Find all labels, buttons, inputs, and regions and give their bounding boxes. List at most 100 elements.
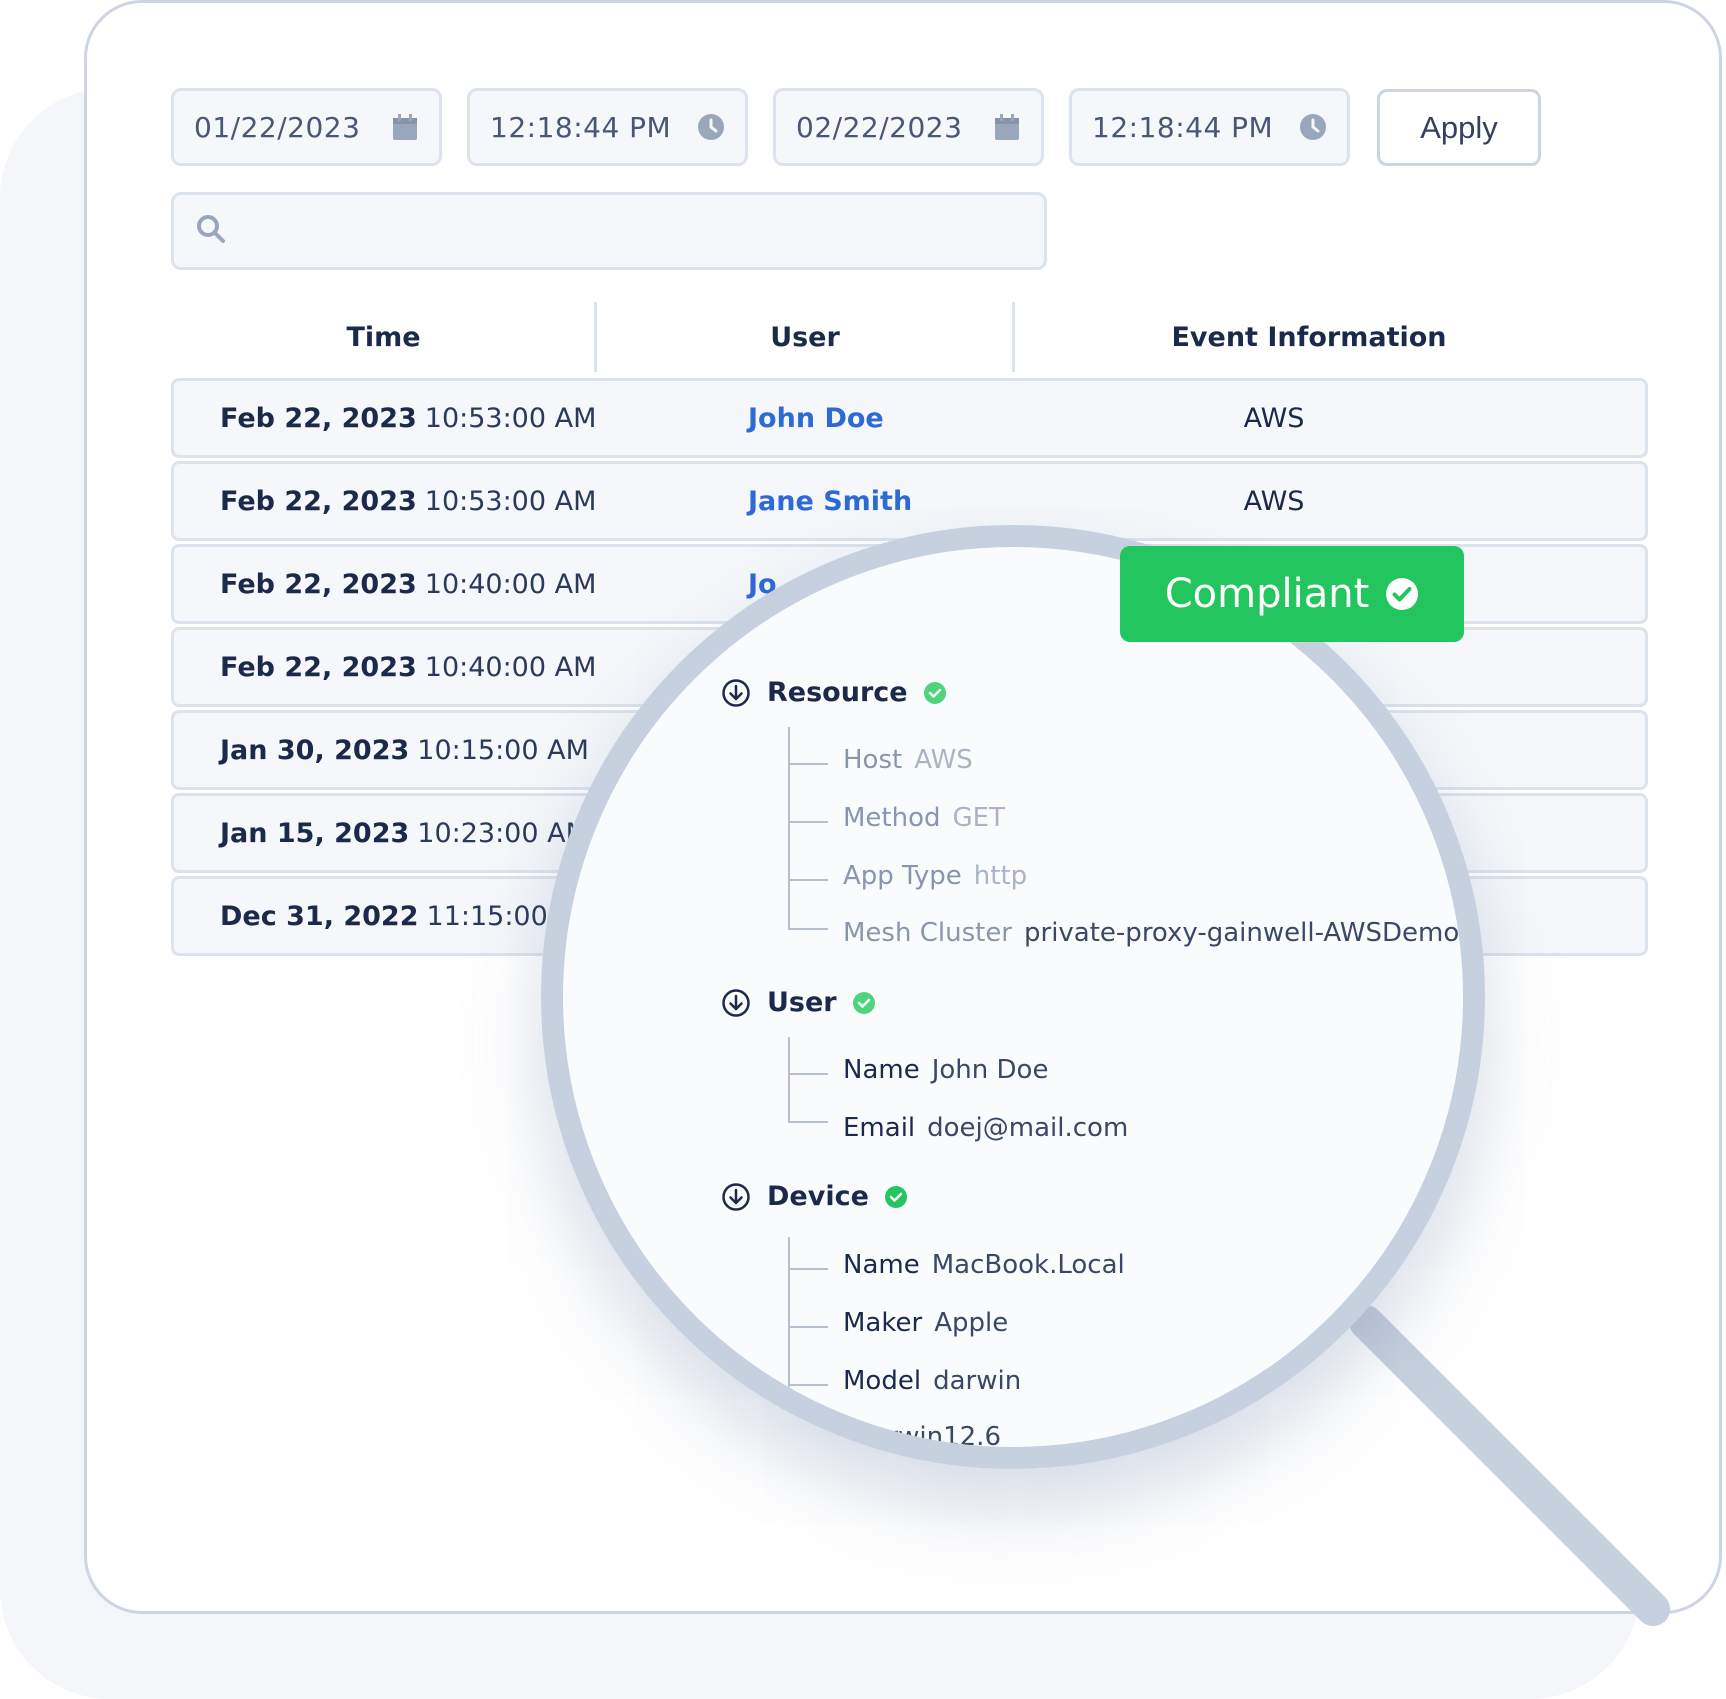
detail-value: doej@mail.com [927,1113,1129,1143]
detail-value: John Doe [931,1055,1049,1085]
row-time: 10:23:00 AM [417,817,589,849]
tree-line [788,727,790,930]
row-date: Feb 22, 2023 [220,402,417,434]
detail-key: Name [843,1250,920,1280]
user-link[interactable]: John Doe [748,381,884,455]
tree-branch [788,1384,828,1386]
start-date-field[interactable]: 01/22/2023 [171,88,442,166]
section-user[interactable]: User [721,987,875,1018]
row-time: 10:40:00 AM [424,651,597,683]
event-cell: AWS [1243,402,1305,434]
section-title: Resource [767,677,908,708]
end-time-field[interactable]: 12:18:44 PM [1069,88,1350,166]
tree-branch [788,879,828,881]
detail-value: private-proxy-gainwell-AWSDemoAc [1024,918,1485,948]
time-cell: Feb 22, 2023 10:40:00 AM [220,547,596,621]
clock-icon[interactable] [1299,113,1327,141]
apply-button[interactable]: Apply [1377,89,1541,166]
tree-branch [788,821,828,823]
detail-key: Model [843,1366,922,1396]
search-bar[interactable] [171,192,1047,270]
detail-row: Maker Apple [843,1308,1008,1338]
row-time: 10:53:00 AM [424,402,597,434]
row-date: Feb 22, 2023 [220,651,417,683]
clock-icon[interactable] [697,113,725,141]
detail-value: darwin12.6 [855,1422,1001,1452]
detail-value: darwin [933,1366,1022,1396]
search-input[interactable] [240,215,1044,247]
arrow-down-circle-icon[interactable] [721,988,751,1018]
user-link[interactable]: Jane Smith [748,464,912,538]
detail-key: Name [843,1055,920,1085]
search-icon [196,214,226,248]
tree-branch [788,1121,828,1123]
tree-branch [788,1268,828,1270]
detail-row: Host AWS [843,745,973,775]
arrow-down-circle-icon[interactable] [721,678,751,708]
calendar-icon[interactable] [391,113,419,141]
column-header-event[interactable]: Event Information [1015,300,1603,374]
event-cell: AWS [1243,485,1305,517]
detail-row: Model darwin [843,1366,1021,1396]
start-date-value: 01/22/2023 [194,110,361,144]
detail-value: GET [952,803,1005,833]
table-row[interactable]: Feb 22, 2023 10:53:00 AM John Doe AWS [171,378,1648,458]
start-time-value: 12:18:44 PM [490,110,672,144]
detail-row: Name John Doe [843,1055,1048,1085]
row-time: 10:40:00 AM [424,568,597,600]
tree-branch [788,763,828,765]
row-time: 10:53:00 AM [424,485,597,517]
detail-row: Mesh Cluster private-proxy-gainwell-AWSDe… [843,918,1485,948]
tree-line [788,1037,790,1123]
detail-value: http [973,861,1028,891]
column-header-user[interactable]: User [597,300,1013,374]
row-date: Jan 15, 2023 [220,817,410,849]
check-circle-icon [852,991,875,1014]
section-title: Device [767,1181,869,1212]
detail-key: Email [843,1113,916,1143]
tree-branch [788,1073,828,1075]
table-row[interactable]: Feb 22, 2023 10:53:00 AM Jane Smith AWS [171,461,1648,541]
row-date: Feb 22, 2023 [220,568,417,600]
check-circle-icon [884,1185,907,1208]
row-date: Dec 31, 2022 [220,900,419,932]
detail-value: AWS [914,745,973,775]
time-cell: Jan 15, 2023 10:23:00 AM [220,796,589,870]
check-circle-icon [923,681,946,704]
detail-key: App Type [843,861,962,891]
time-cell: Feb 22, 2023 10:53:00 AM [220,464,596,538]
tree-line [788,1237,790,1447]
detail-key: Host [843,745,903,775]
section-device[interactable]: Device [721,1181,907,1212]
status-label: Compliant [1164,571,1370,617]
detail-key: Method [843,803,941,833]
row-date: Jan 30, 2023 [220,734,410,766]
tree-branch [788,928,828,930]
detail-row: App Type http [843,861,1027,891]
magnifier-lens: Resource Host AWS Method GET App Type http … [541,525,1485,1469]
arrow-down-circle-icon[interactable] [721,1182,751,1212]
detail-row: Method GET [843,803,1005,833]
section-resource[interactable]: Resource [721,677,946,708]
detail-row: Name MacBook.Local [843,1250,1125,1280]
row-date: Feb 22, 2023 [220,485,417,517]
end-date-field[interactable]: 02/22/2023 [773,88,1044,166]
detail-key: Maker [843,1308,923,1338]
detail-value: MacBook.Local [931,1250,1125,1280]
start-time-field[interactable]: 12:18:44 PM [467,88,748,166]
column-header-time[interactable]: Time [171,300,596,374]
section-title: User [767,987,837,1018]
detail-row: Email doej@mail.com [843,1113,1128,1143]
time-cell: Dec 31, 2022 11:15:00 AM [220,879,598,953]
end-date-value: 02/22/2023 [796,110,963,144]
tree-branch [788,1326,828,1328]
detail-key: Mesh Cluster [843,918,1012,948]
calendar-icon[interactable] [993,113,1021,141]
check-circle-icon [1386,578,1419,610]
compliant-badge: Compliant [1120,546,1464,642]
time-cell: Feb 22, 2023 10:40:00 AM [220,630,596,704]
end-time-value: 12:18:44 PM [1092,110,1274,144]
time-cell: Jan 30, 2023 10:15:00 AM [220,713,589,787]
row-time: 10:15:00 AM [417,734,589,766]
detail-value: Apple [934,1308,1009,1338]
